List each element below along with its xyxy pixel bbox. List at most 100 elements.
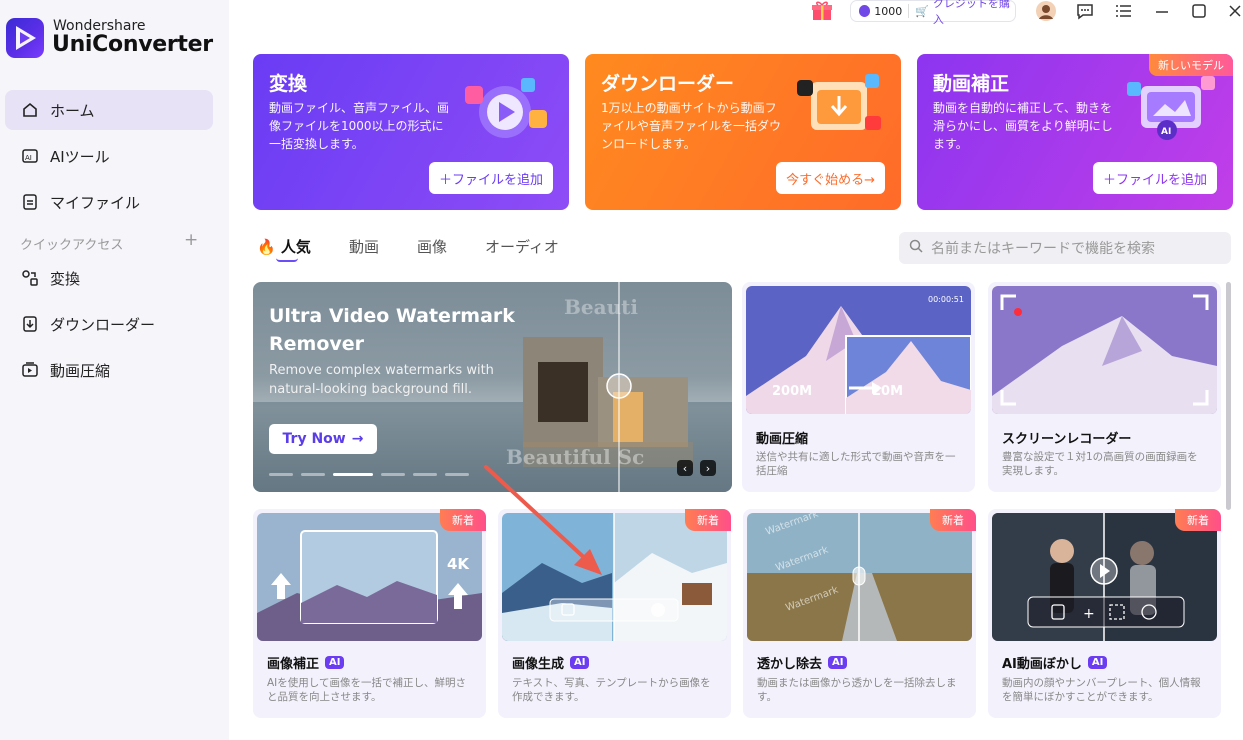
watermark-remove-tile[interactable]: 新着 Watermark Watermark Watermark 透かし除去 AI… — [743, 509, 976, 718]
sidebar-item-home[interactable]: ホーム — [5, 90, 213, 130]
tile-description: 動画内の顔やナンバープレート、個人情報を簡単にぼかすことができます。 — [1002, 677, 1201, 703]
resolution-label: 4K — [447, 555, 470, 573]
add-quick-access-button[interactable]: + — [184, 230, 198, 250]
search-placeholder: 名前またはキーワードで機能を検索 — [931, 241, 1155, 257]
video-enhance-illustration: AI — [1123, 72, 1219, 144]
convert-card[interactable]: 変換 動画ファイル、音声ファイル、画像ファイルを1000以上の形式に一括変換しま… — [253, 54, 569, 210]
tile-description: テキスト、写真、テンプレートから画像を作成できます。 — [512, 677, 711, 703]
button-label: Try Now — [282, 431, 346, 447]
sidebar-item-convert[interactable]: 変換 — [5, 258, 213, 298]
ai-badge: AI — [1087, 656, 1108, 669]
screen-recorder-thumbnail — [992, 286, 1217, 414]
brand-name-line2: UniConverter — [52, 32, 213, 57]
carousel-dot-active[interactable] — [333, 473, 373, 476]
tile-description: 送信や共有に適した形式で動画や音声を一括圧縮 — [756, 451, 956, 477]
sidebar-item-label: 変換 — [50, 269, 81, 288]
downloader-card[interactable]: ダウンローダー 1万以上の動画サイトから動画ファイルや音声ファイルを一括ダウンロ… — [585, 54, 901, 210]
tile-title: 動画圧縮 — [756, 432, 809, 447]
credit-coin-icon — [859, 5, 871, 17]
hero-description: Remove complex watermarks with natural-l… — [269, 363, 494, 397]
tile-title: スクリーンレコーダー — [1002, 432, 1132, 447]
sidebar-item-downloader[interactable]: ダウンローダー — [5, 304, 213, 344]
sidebar-item-label: ダウンローダー — [50, 315, 156, 334]
add-file-button[interactable]: ＋ファイルを追加 — [428, 162, 553, 194]
ai-video-blur-tile[interactable]: 新着 + AI動画ぼかし AI 動画内の顔やナンバープレート、個人情報を簡単にぼか… — [988, 509, 1221, 718]
ai-badge: AI — [828, 656, 848, 669]
category-tabs: 🔥 人気 動画 画像 オーディオ — [257, 236, 597, 266]
tile-title: 透かし除去 AI — [757, 653, 848, 672]
credit-balance: 1000 — [874, 4, 903, 18]
size-before: 200M — [772, 384, 812, 399]
start-now-button[interactable]: 今すぐ始める→ — [776, 162, 885, 194]
card-title: 変換 — [269, 73, 308, 95]
image-enhance-thumbnail: 4K — [257, 513, 482, 641]
tile-title: 画像補正 AI — [267, 653, 345, 672]
sidebar: Wondershare UniConverter ホーム AI AIツール マイ… — [0, 0, 229, 740]
try-now-button[interactable]: Try Now → — [269, 424, 377, 454]
sidebar-item-label: 動画圧縮 — [50, 361, 111, 380]
size-after: 20M — [872, 384, 903, 399]
svg-text:AI: AI — [1161, 127, 1171, 137]
card-title: ダウンローダー — [601, 73, 735, 95]
app-logo — [6, 18, 44, 58]
carousel-dot[interactable] — [381, 473, 405, 476]
cart-icon: 🛒 — [915, 4, 929, 18]
search-input[interactable]: 名前またはキーワードで機能を検索 — [899, 232, 1231, 264]
avatar[interactable] — [1034, 0, 1058, 22]
home-icon — [20, 100, 40, 120]
maximize-icon[interactable] — [1187, 0, 1211, 22]
add-file-button[interactable]: ＋ファイルを追加 — [1092, 162, 1217, 194]
close-icon[interactable] — [1223, 0, 1243, 22]
download-icon — [20, 314, 40, 334]
carousel-next-button[interactable]: › — [700, 460, 716, 476]
tile-title-text: AI動画ぼかし — [1002, 657, 1082, 672]
tile-description: AIを使用して画像を一括で補正し、鮮明さと品質を向上させます。 — [267, 677, 466, 703]
new-badge: 新着 — [1175, 509, 1221, 531]
watermark-text: Beauti — [564, 295, 638, 319]
tile-description: 動画または画像から透かしを一括除去します。 — [757, 677, 957, 703]
duration: 00:00:51 — [928, 295, 964, 304]
gift-icon[interactable] — [810, 0, 834, 22]
sidebar-item-compress[interactable]: 動画圧縮 — [5, 350, 213, 390]
credits-panel[interactable]: 1000 🛒 クレジットを購入 — [850, 0, 1016, 26]
compress-icon — [20, 360, 40, 380]
tab-audio[interactable]: オーディオ — [485, 236, 559, 266]
sidebar-item-ai-tools[interactable]: AI AIツール — [5, 136, 213, 176]
card-description: 動画ファイル、音声ファイル、画像ファイルを1000以上の形式に一括変換します。 — [269, 101, 450, 151]
screen-recorder-tile[interactable]: スクリーンレコーダー 豊富な設定で１対1の高画質の画面録画を実現します。 — [988, 282, 1221, 492]
image-enhance-tile[interactable]: 新着 4K 画像補正 AI AIを使用して画像を一括で補正し、鮮明さと品質を向上さ… — [253, 509, 486, 718]
new-badge: 新着 — [930, 509, 976, 531]
ai-badge: AI — [325, 656, 345, 669]
tab-video[interactable]: 動画 — [349, 236, 379, 266]
ai-badge: AI — [570, 656, 590, 669]
card-title: 動画補正 — [933, 73, 1010, 95]
sidebar-item-label: AIツール — [50, 147, 110, 166]
minimize-icon[interactable] — [1150, 0, 1174, 22]
sidebar-item-my-files[interactable]: マイファイル — [5, 182, 213, 222]
tile-title: AI動画ぼかし AI — [1002, 653, 1108, 672]
carousel-prev-button[interactable]: ‹ — [677, 460, 693, 476]
ai-icon: AI — [20, 146, 40, 166]
carousel-dot[interactable] — [445, 473, 469, 476]
video-compress-tile[interactable]: 200M 20M 00:00:51 動画圧縮 送信や共有に適した形式で動画や音声… — [742, 282, 975, 492]
sidebar-item-label: マイファイル — [50, 193, 141, 212]
new-badge: 新着 — [685, 509, 731, 531]
search-icon — [909, 239, 923, 257]
tile-title: 画像生成 AI — [512, 653, 590, 672]
carousel-dot[interactable] — [301, 473, 325, 476]
carousel-dot[interactable] — [413, 473, 437, 476]
buy-credits-button[interactable]: クレジットを購入 — [933, 0, 1015, 27]
annotation-arrow — [484, 465, 602, 575]
chat-icon[interactable] — [1073, 0, 1097, 22]
divider — [908, 4, 910, 18]
carousel-indicator — [269, 473, 469, 476]
tab-image[interactable]: 画像 — [417, 236, 447, 266]
file-icon — [20, 192, 40, 212]
tile-title-text: 透かし除去 — [757, 657, 823, 672]
scrollbar[interactable] — [1226, 282, 1231, 510]
carousel-dot[interactable] — [269, 473, 293, 476]
convert-icon — [20, 268, 40, 288]
video-enhance-card[interactable]: 新しいモデル 動画補正 動画を自動的に補正して、動きを滑らかにし、画質をより鮮明… — [917, 54, 1233, 210]
menu-icon[interactable] — [1112, 0, 1136, 22]
sidebar-item-label: ホーム — [50, 101, 95, 120]
